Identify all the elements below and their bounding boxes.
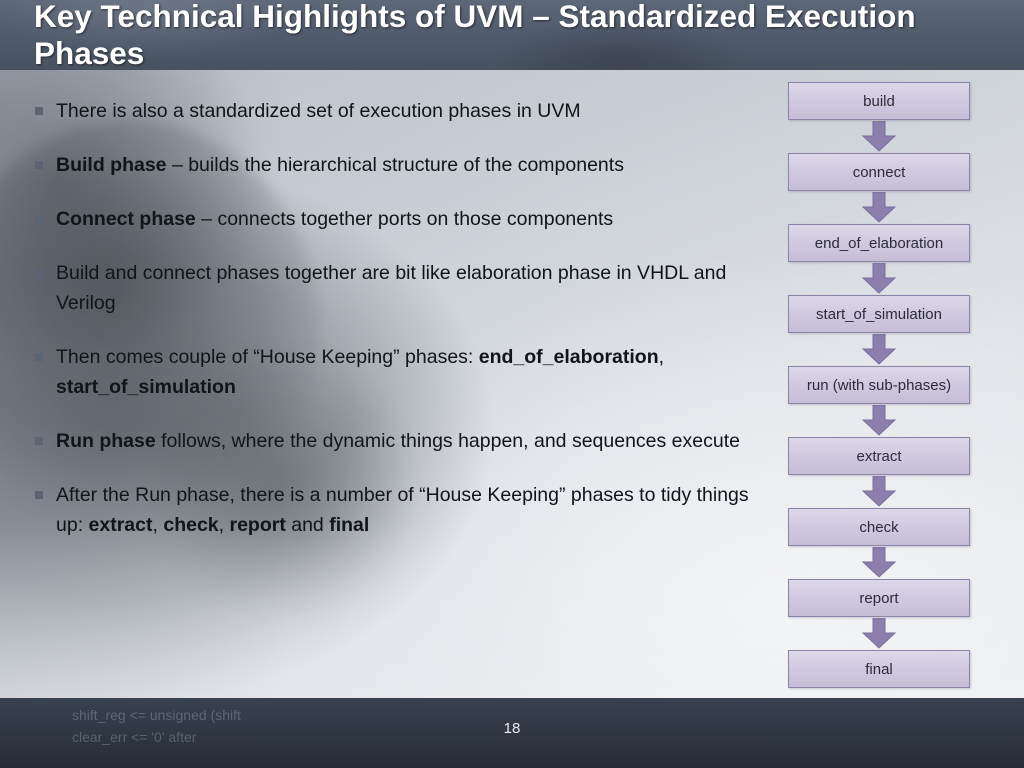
bullet-marker-icon [35,353,43,361]
list-item-text: Run phase follows, where the dynamic thi… [56,430,740,452]
arrow-down-icon [788,546,970,579]
page-number: 18 [503,720,521,737]
list-item-text: After the Run phase, there is a number o… [56,484,749,536]
list-item: Build and connect phases together are bi… [22,258,762,318]
flow-node-label: start_of_simulation [816,305,942,323]
flow-node: build [788,82,970,120]
flow-node-label: extract [856,447,902,465]
bullet-marker-icon [35,161,43,169]
flow-node: final [788,650,970,688]
arrow-down-icon [788,120,970,153]
list-item: Connect phase – connects together ports … [22,204,762,234]
flow-node-label: final [865,660,893,678]
bullet-marker-icon [35,437,43,445]
flow-node: run (with sub-phases) [788,366,970,404]
flow-node: end_of_elaboration [788,224,970,262]
page-title: Key Technical Highlights of UVM – Standa… [34,0,916,71]
bullet-marker-icon [35,215,43,223]
list-item-text: There is also a standardized set of exec… [56,100,581,122]
flow-node-label: end_of_elaboration [814,234,944,252]
footer-band: shift_reg <= unsigned (shift clear_err <… [0,698,1024,768]
flow-node-label: check [859,518,899,536]
bullet-marker-icon [35,269,43,277]
flow-node-label: connect [852,163,906,181]
list-item: Build phase – builds the hierarchical st… [22,150,762,180]
flow-node: extract [788,437,970,475]
list-item-text: Build phase – builds the hierarchical st… [56,154,624,176]
flow-node: check [788,508,970,546]
flow-node: start_of_simulation [788,295,970,333]
list-item: Then comes couple of “House Keeping” pha… [22,342,762,402]
list-item: After the Run phase, there is a number o… [22,480,762,540]
flow-node-label: report [859,589,899,607]
arrow-down-icon [788,191,970,224]
list-item-text: Connect phase – connects together ports … [56,208,614,230]
list-item: There is also a standardized set of exec… [22,96,762,126]
arrow-down-icon [788,404,970,437]
arrow-down-icon [788,333,970,366]
phase-flowchart: build connect end_of_elaboration start_of_s… [788,82,970,688]
bullet-marker-icon [35,107,43,115]
flow-node-label: build [863,92,895,110]
bullet-marker-icon [35,491,43,499]
arrow-down-icon [788,475,970,508]
arrow-down-icon [788,262,970,295]
arrow-down-icon [788,617,970,650]
flow-node-label: run (with sub-phases) [806,376,952,394]
bullet-list: There is also a standardized set of exec… [22,96,762,564]
list-item-text: Build and connect phases together are bi… [56,262,727,314]
list-item-text: Then comes couple of “House Keeping” pha… [56,346,665,398]
flow-node: connect [788,153,970,191]
slide: Key Technical Highlights of UVM – Standa… [0,0,1024,768]
flow-node: report [788,579,970,617]
list-item: Run phase follows, where the dynamic thi… [22,426,762,456]
